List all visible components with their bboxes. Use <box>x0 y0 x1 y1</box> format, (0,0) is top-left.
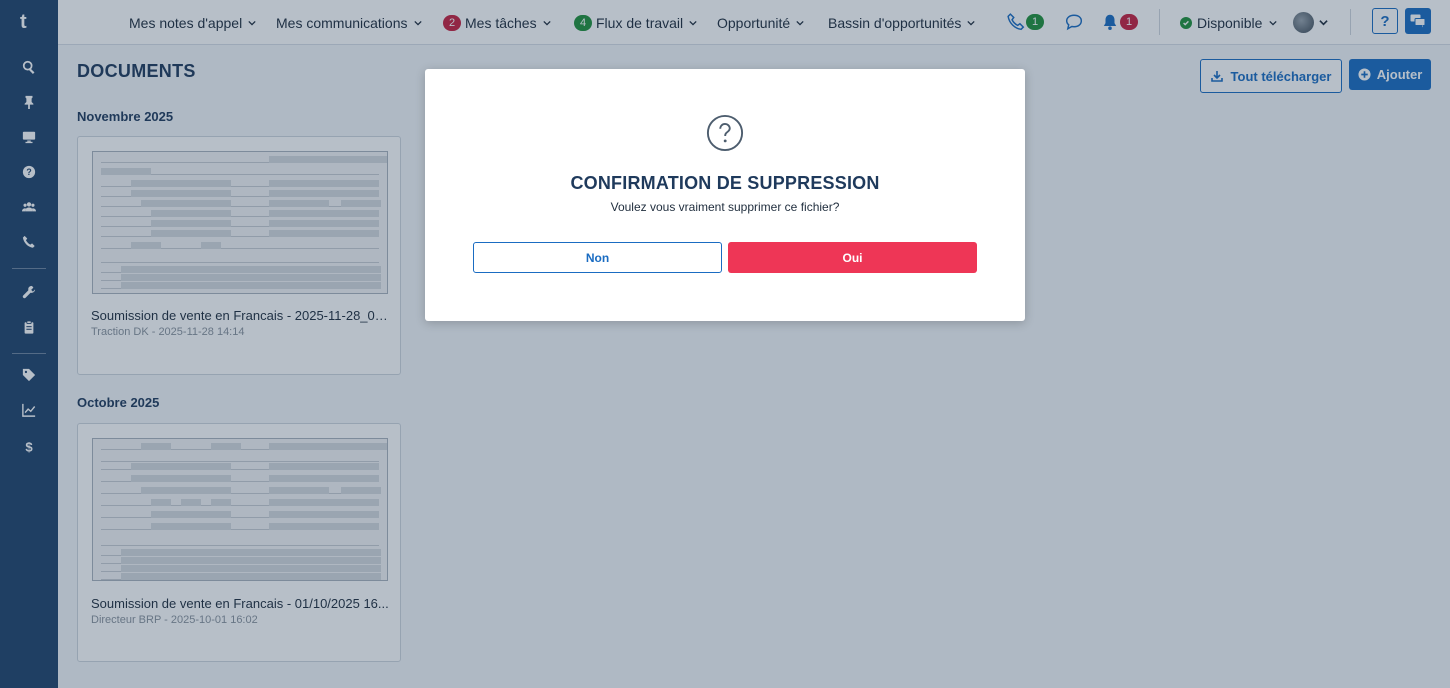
question-circle-icon <box>706 114 744 152</box>
delete-confirmation-dialog: CONFIRMATION DE SUPPRESSION Voulez vous … <box>425 69 1025 321</box>
dialog-title: CONFIRMATION DE SUPPRESSION <box>570 173 880 193</box>
confirm-delete-button[interactable]: Oui <box>728 242 977 273</box>
cancel-button[interactable]: Non <box>473 242 722 273</box>
dialog-message: Voulez vous vraiment supprimer ce fichie… <box>610 200 840 214</box>
